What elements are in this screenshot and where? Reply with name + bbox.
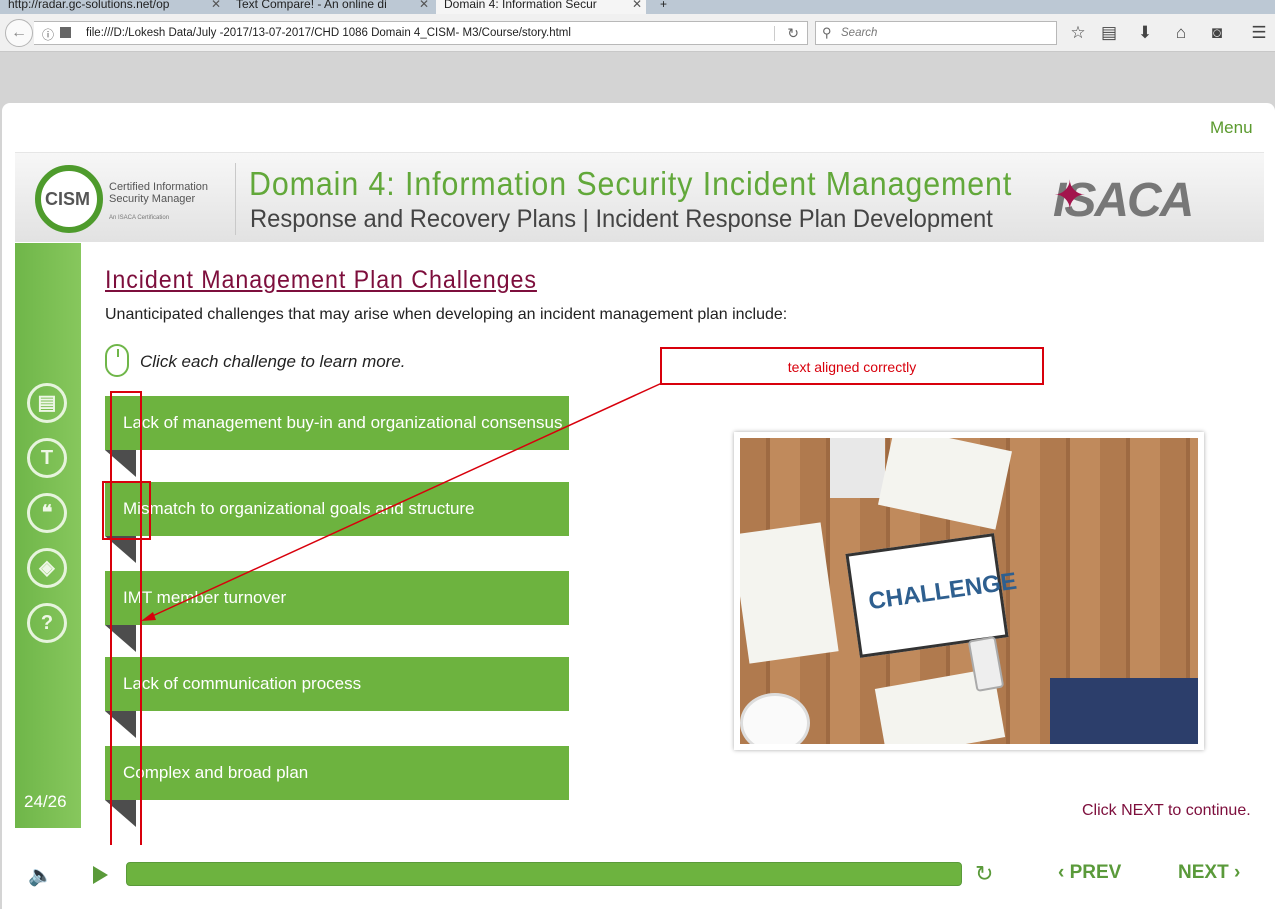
- chevron-right-icon: ›: [1228, 862, 1241, 883]
- chevron-left-icon: ‹: [1058, 862, 1070, 883]
- next-label: NEXT: [1178, 862, 1229, 883]
- volume-icon[interactable]: 🔈: [28, 863, 53, 888]
- prev-label: PREV: [1069, 862, 1122, 883]
- next-button[interactable]: NEXT ›: [1178, 862, 1240, 884]
- play-icon[interactable]: [93, 866, 108, 884]
- replay-icon[interactable]: ↻: [975, 861, 993, 887]
- seek-bar[interactable]: [126, 862, 962, 886]
- prev-button[interactable]: ‹ PREV: [1058, 862, 1121, 884]
- annotation-arrow: [141, 382, 663, 621]
